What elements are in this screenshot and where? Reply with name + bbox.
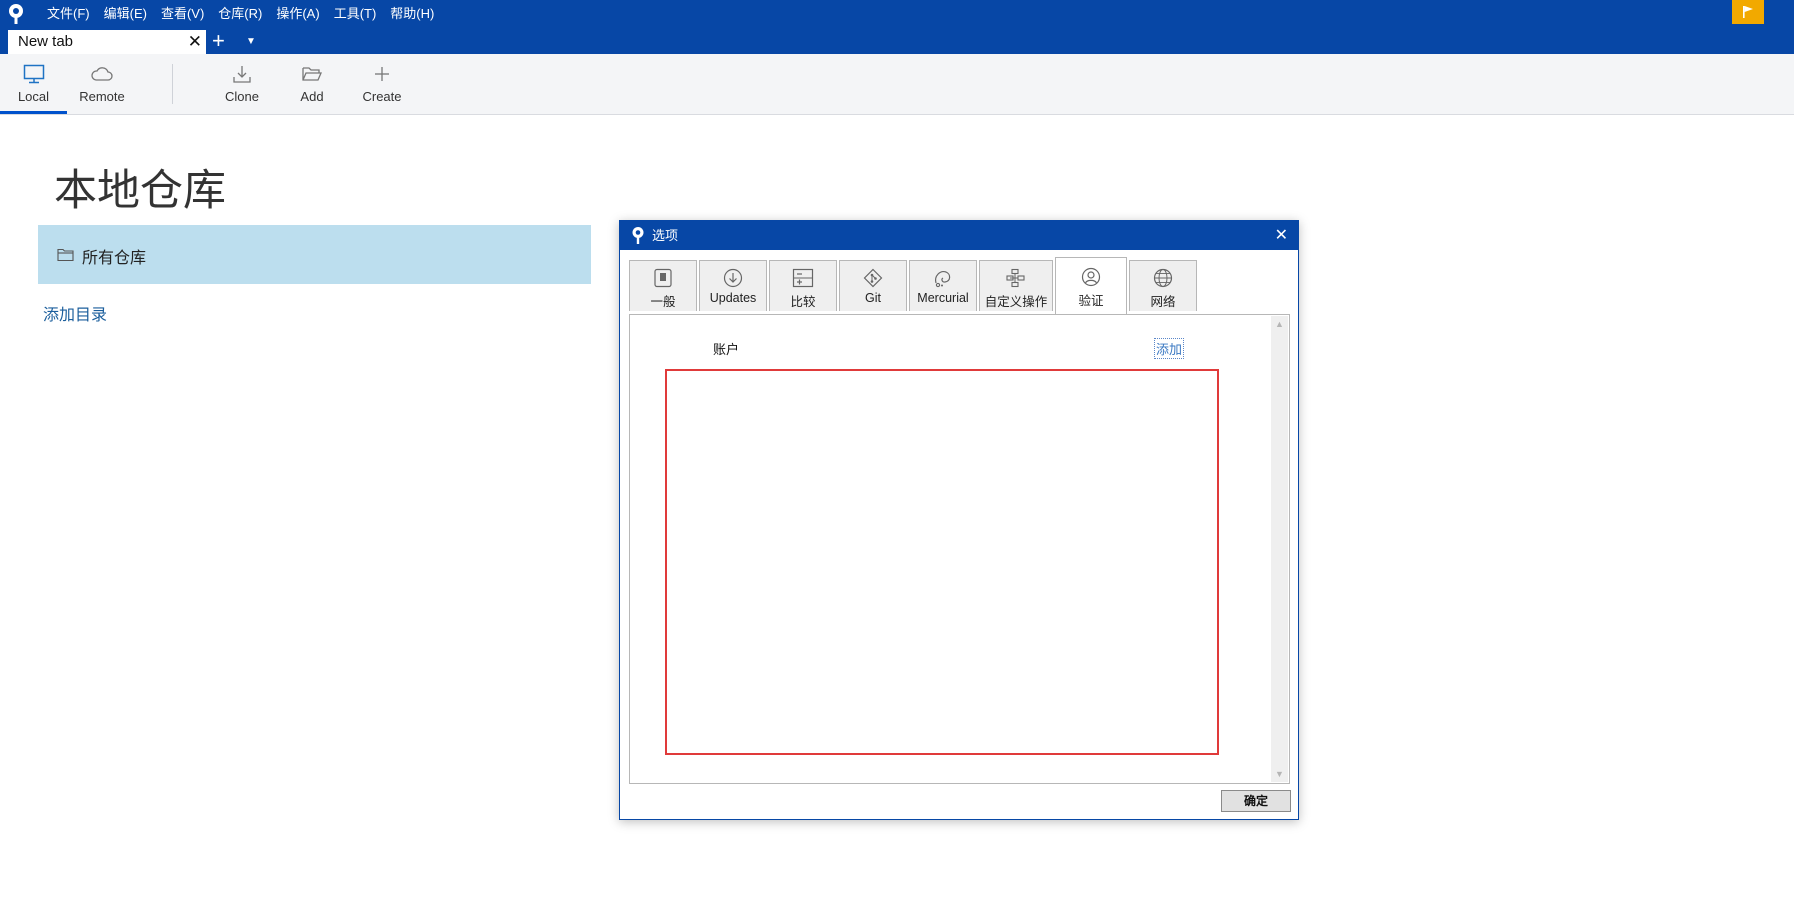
options-dialog: 选项 ✕ 一般 Updates 比较 Git Mercurial 自定义操作 验… xyxy=(619,220,1299,820)
dialog-title-bar: 选项 ✕ xyxy=(620,221,1298,250)
accounts-list[interactable] xyxy=(665,369,1219,755)
tab-git[interactable]: Git xyxy=(839,260,907,311)
remote-label: Remote xyxy=(79,89,125,104)
folder-icon xyxy=(57,248,74,262)
menu-actions[interactable]: 操作(A) xyxy=(269,0,326,28)
create-label: Create xyxy=(362,89,402,104)
dialog-close-icon[interactable]: ✕ xyxy=(1275,221,1288,250)
sourcetree-logo-icon xyxy=(632,227,644,244)
clone-label: Clone xyxy=(225,89,259,104)
tab-updates[interactable]: Updates xyxy=(699,260,767,311)
dialog-title: 选项 xyxy=(652,228,679,243)
notification-flag-button[interactable] xyxy=(1732,0,1764,24)
add-label: Add xyxy=(300,89,324,104)
tab-list-dropdown-icon[interactable]: ▼ xyxy=(246,28,256,56)
authentication-panel: 账户 添加 ▲ ▼ xyxy=(629,314,1290,784)
menu-view[interactable]: 查看(V) xyxy=(154,0,211,28)
user-icon xyxy=(1081,267,1101,287)
tab-label: 自定义操作 xyxy=(984,295,1048,309)
folder-open-icon xyxy=(302,67,322,81)
scroll-up-icon[interactable]: ▲ xyxy=(1275,319,1284,329)
title-bar: 文件(F) 编辑(E) 查看(V) 仓库(R) 操作(A) 工具(T) 帮助(H… xyxy=(0,0,1794,28)
cloud-icon xyxy=(91,67,113,81)
tab-close-icon[interactable]: ✕ xyxy=(188,30,202,54)
repo-group-label: 所有仓库 xyxy=(82,250,147,267)
menu-tools[interactable]: 工具(T) xyxy=(327,0,384,28)
diff-icon xyxy=(792,268,814,288)
tab-label: 网络 xyxy=(1150,295,1176,309)
menu-repository[interactable]: 仓库(R) xyxy=(211,0,269,28)
updates-icon xyxy=(723,268,743,288)
tab-mercurial[interactable]: Mercurial xyxy=(909,260,977,311)
repo-group-all[interactable]: 所有仓库 xyxy=(38,225,591,284)
menu-bar: 文件(F) 编辑(E) 查看(V) 仓库(R) 操作(A) 工具(T) 帮助(H… xyxy=(40,0,441,28)
flag-icon xyxy=(1743,6,1753,18)
add-tab-icon[interactable]: + xyxy=(212,28,225,54)
remote-button[interactable]: Remote xyxy=(72,54,132,114)
tab-new-tab[interactable]: New tab ✕ xyxy=(8,30,206,54)
tab-general[interactable]: 一般 xyxy=(629,260,697,311)
tab-label: 一般 xyxy=(650,295,676,309)
tab-network[interactable]: 网络 xyxy=(1129,260,1197,311)
ok-button[interactable]: 确定 xyxy=(1221,790,1291,812)
git-icon xyxy=(863,268,883,288)
tab-diff[interactable]: 比较 xyxy=(769,260,837,311)
tab-custom-actions[interactable]: 自定义操作 xyxy=(979,260,1053,311)
globe-icon xyxy=(1153,268,1173,288)
scroll-down-icon[interactable]: ▼ xyxy=(1275,769,1284,779)
tab-label: 验证 xyxy=(1078,294,1104,308)
menu-edit[interactable]: 编辑(E) xyxy=(97,0,154,28)
menu-file[interactable]: 文件(F) xyxy=(40,0,97,28)
local-label: Local xyxy=(17,89,50,104)
local-button[interactable]: Local xyxy=(0,54,67,114)
panel-scrollbar[interactable]: ▲ ▼ xyxy=(1271,316,1288,782)
create-button[interactable]: Create xyxy=(358,54,406,114)
toolbar-separator xyxy=(172,64,173,104)
add-directory-link[interactable]: 添加目录 xyxy=(43,301,107,325)
tab-label: New tab xyxy=(18,33,74,50)
accounts-label: 账户 xyxy=(713,342,740,357)
plus-icon xyxy=(375,67,389,81)
mercurial-icon xyxy=(935,271,951,288)
custom-actions-icon xyxy=(1006,268,1025,288)
monitor-icon xyxy=(23,64,44,84)
menu-help[interactable]: 帮助(H) xyxy=(383,0,441,28)
toolbar: Local Remote Clone Add Create xyxy=(0,54,1794,115)
add-account-link[interactable]: 添加 xyxy=(1154,338,1185,359)
sourcetree-logo-icon xyxy=(9,4,23,24)
tab-label: Mercurial xyxy=(917,291,969,305)
general-icon xyxy=(654,268,672,288)
page-title: 本地仓库 xyxy=(54,167,226,215)
tab-label: Updates xyxy=(709,291,757,305)
tab-label: 比较 xyxy=(790,295,816,309)
tab-strip: New tab ✕ + ▼ xyxy=(0,28,1794,54)
tab-authentication[interactable]: 验证 xyxy=(1055,257,1127,314)
download-icon xyxy=(233,66,251,83)
clone-button[interactable]: Clone xyxy=(218,54,266,114)
tab-label: Git xyxy=(865,291,881,305)
add-button[interactable]: Add xyxy=(290,54,334,114)
